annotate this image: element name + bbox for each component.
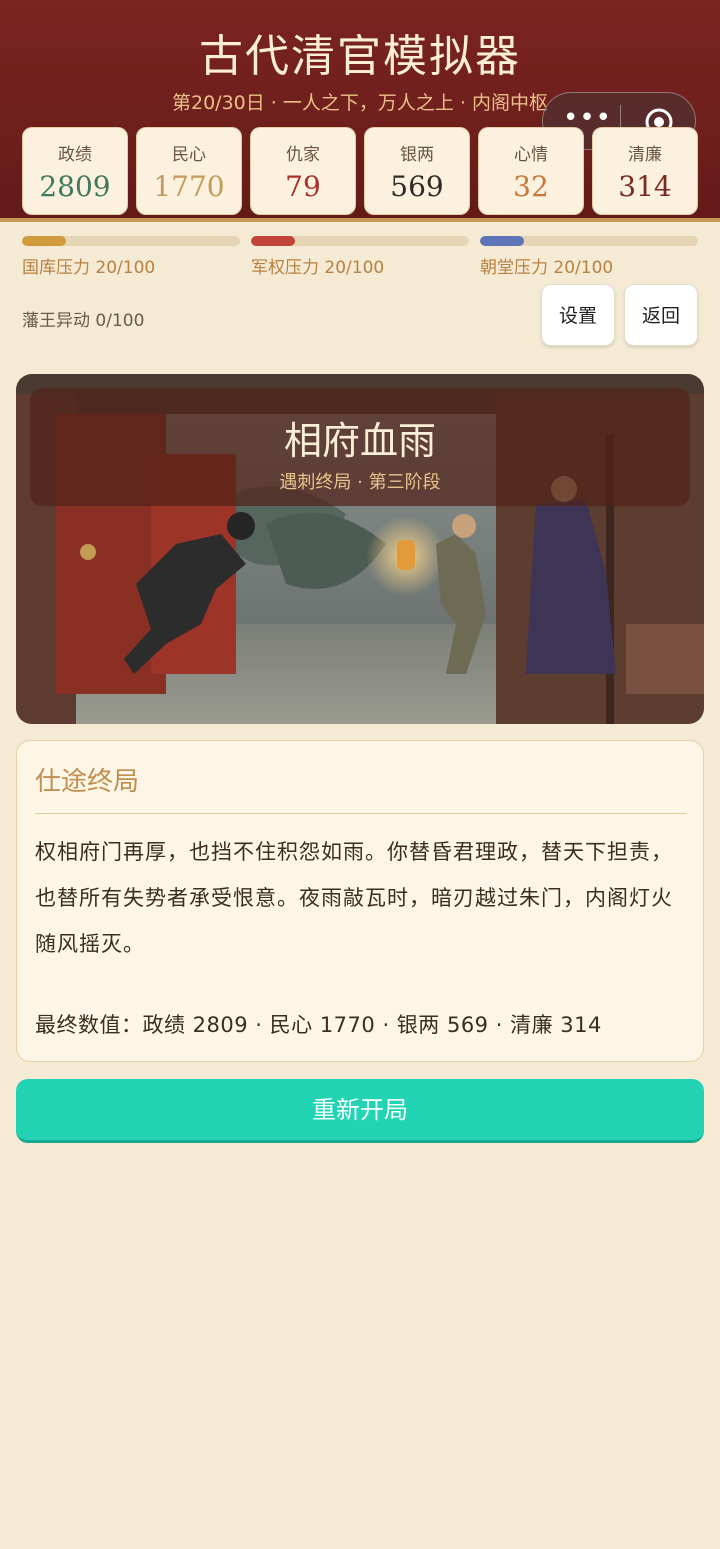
- stat-label: 清廉: [628, 145, 662, 165]
- scene-caption-panel: 相府血雨 遇刺终局 · 第三阶段: [30, 388, 690, 506]
- vassal-unrest-label: 藩王异动 0/100: [22, 311, 145, 331]
- ending-text: 权相府门再厚，也挡不住积怨如雨。你替昏君理政，替天下担责，也替所有失势者承受恨意…: [35, 840, 673, 956]
- app-header: 古代清官模拟器 第20/30日 · 一人之下，万人之上 · 内阁中枢 ••• 政…: [0, 0, 720, 222]
- stat-label: 仇家: [286, 145, 320, 165]
- stat-value: 1770: [153, 170, 225, 203]
- pressure-label: 国库压力 20/100: [22, 258, 156, 278]
- pressure-label: 朝堂压力 20/100: [480, 258, 614, 278]
- stat-card-choujia: 仇家 79: [250, 127, 356, 215]
- app-title: 古代清官模拟器: [199, 31, 521, 82]
- final-stats: 最终数值：政绩 2809 · 民心 1770 · 银两 569 · 清廉 314: [35, 1013, 602, 1037]
- pressure-track: [22, 236, 240, 246]
- settings-button[interactable]: 设置: [541, 284, 615, 346]
- pressure-fill: [251, 236, 295, 246]
- stat-label: 民心: [172, 145, 206, 165]
- stat-card-minxin: 民心 1770: [136, 127, 242, 215]
- scene-title: 相府血雨: [283, 419, 436, 463]
- pressure-track: [480, 236, 698, 246]
- pressure-bars: 国库压力 20/100 军权压力 20/100 朝堂压力 20/100: [22, 236, 698, 278]
- stats-row: 政绩 2809 民心 1770 仇家 79 银两 569 心情 32 清廉 31…: [22, 127, 698, 215]
- stat-card-yinliang: 银两 569: [364, 127, 470, 215]
- stat-label: 心情: [514, 145, 548, 165]
- pressure-track: [251, 236, 469, 246]
- stat-value: 79: [285, 170, 321, 203]
- stat-value: 569: [390, 170, 444, 203]
- pressure-court: 朝堂压力 20/100: [480, 236, 698, 278]
- stat-card-qinglian: 清廉 314: [592, 127, 698, 215]
- restart-button[interactable]: 重新开局: [16, 1079, 704, 1143]
- stat-value: 32: [513, 170, 549, 203]
- pressure-military: 军权压力 20/100: [251, 236, 469, 278]
- pressure-treasury: 国库压力 20/100: [22, 236, 240, 278]
- ending-card: 仕途终局 权相府门再厚，也挡不住积怨如雨。你替昏君理政，替天下担责，也替所有失势…: [16, 740, 704, 1062]
- pressure-fill: [480, 236, 524, 246]
- stat-value: 314: [618, 170, 672, 203]
- ending-divider: [35, 813, 687, 814]
- stat-value: 2809: [39, 170, 111, 203]
- scene-illustration: 相府血雨 遇刺终局 · 第三阶段: [16, 374, 704, 724]
- stat-label: 银两: [400, 145, 434, 165]
- pressure-fill: [22, 236, 66, 246]
- back-button[interactable]: 返回: [624, 284, 698, 346]
- stat-card-xinqing: 心情 32: [478, 127, 584, 215]
- pressure-label: 军权压力 20/100: [251, 258, 385, 278]
- stat-card-zhengji: 政绩 2809: [22, 127, 128, 215]
- ending-heading: 仕途终局: [35, 767, 140, 797]
- scene-subtitle: 遇刺终局 · 第三阶段: [279, 472, 441, 493]
- stat-label: 政绩: [58, 145, 92, 165]
